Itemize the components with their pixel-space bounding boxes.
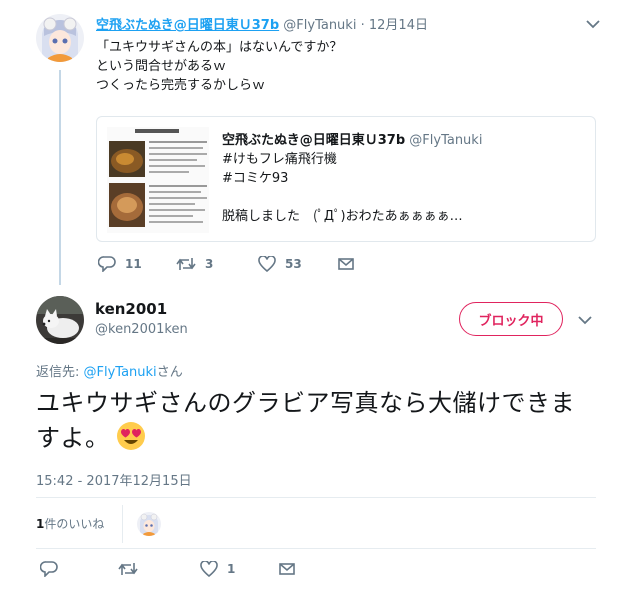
main-author-handle[interactable]: @ken2001ken <box>95 322 188 337</box>
quoted-author-name: 空飛ぶたぬき@日曜日東Ｕ37b <box>222 133 406 148</box>
main-tweet-text: ユキウサギさんのグラビア写真なら大儲けできますよ。 <box>36 386 596 456</box>
main-avatar[interactable] <box>36 296 84 344</box>
reply-button[interactable] <box>40 559 67 579</box>
reply-icon <box>40 561 58 577</box>
parent-text-line: つくったら完売するかしらｗ <box>96 78 266 93</box>
reply-count: 11 <box>125 257 142 271</box>
quoted-tweet-image[interactable] <box>107 127 209 233</box>
envelope-icon <box>279 563 295 575</box>
parent-author-handle[interactable]: @FlyTanuki <box>283 18 356 33</box>
heart-icon <box>258 256 276 272</box>
direct-message-button[interactable] <box>279 559 304 579</box>
retweet-icon <box>118 563 138 575</box>
quoted-tweet-text: #けもフレ痛飛行機 #コミケ93 脱稿しました (ﾟДﾟ)おわたあぁぁぁぁ… <box>222 150 463 226</box>
reply-to-user-link[interactable]: @FlyTanuki <box>84 365 157 380</box>
reply-button[interactable]: 11 <box>98 254 142 274</box>
main-author-name[interactable]: ken2001 <box>95 300 167 318</box>
parent-avatar[interactable] <box>36 14 84 62</box>
envelope-icon <box>338 258 354 270</box>
likes-label: 件のいいね <box>44 517 105 531</box>
thread-line <box>59 70 61 285</box>
quoted-text-line: 脱稿しました (ﾟДﾟ)おわたあぁぁぁぁ… <box>222 209 463 224</box>
divider <box>36 548 596 549</box>
quoted-tweet-card[interactable]: 空飛ぶたぬき@日曜日東Ｕ37b @FlyTanuki #けもフレ痛飛行機 #コミ… <box>96 116 596 242</box>
quoted-text-line: #コミケ93 <box>222 171 289 186</box>
likes-summary[interactable]: 1件のいいね <box>36 515 104 532</box>
parent-tweet-text: 「ユキウサギさんの本」はないんですか？ という問合せがあるｗ つくったら完売する… <box>96 38 342 95</box>
retweet-count: 3 <box>205 257 214 271</box>
parent-text-line: 「ユキウサギさんの本」はないんですか？ <box>96 40 343 55</box>
reply-prefix: 返信先: <box>36 365 84 380</box>
liker-avatar[interactable] <box>137 512 161 536</box>
parent-timestamp[interactable]: 12月14日 <box>369 18 428 33</box>
like-count: 53 <box>285 257 302 271</box>
parent-text-line: という問合せがあるｗ <box>96 59 227 74</box>
retweet-icon <box>176 258 196 270</box>
reply-icon <box>98 256 116 272</box>
likes-separator <box>122 505 123 543</box>
replying-to: 返信先: @FlyTanukiさん <box>36 361 183 380</box>
quoted-text-line <box>222 188 463 207</box>
divider <box>36 497 596 498</box>
quoted-author-handle: @FlyTanuki <box>409 133 483 148</box>
like-button[interactable]: 1 <box>200 559 235 579</box>
heart-icon <box>200 561 218 577</box>
parent-tweet-header: 空飛ぶたぬき@日曜日東Ｕ37b @FlyTanuki · 12月14日 <box>96 14 428 33</box>
heart-eyes-emoji-icon <box>116 421 146 451</box>
parent-author-name[interactable]: 空飛ぶたぬき@日曜日東Ｕ37b <box>96 18 279 33</box>
chevron-down-icon[interactable] <box>578 310 598 326</box>
quoted-text-line: #けもフレ痛飛行機 <box>222 152 337 167</box>
main-timestamp[interactable]: 15:42 - 2017年12月15日 <box>36 470 192 489</box>
retweet-button[interactable]: 3 <box>176 254 213 274</box>
chevron-down-icon[interactable] <box>586 14 606 30</box>
like-count: 1 <box>227 562 236 576</box>
quoted-tweet-header: 空飛ぶたぬき@日曜日東Ｕ37b @FlyTanuki <box>222 129 482 148</box>
retweet-button[interactable] <box>118 559 147 579</box>
direct-message-button[interactable] <box>338 254 363 274</box>
reply-suffix: さん <box>156 365 183 380</box>
separator-dot: · <box>360 18 365 33</box>
blocked-button[interactable]: ブロック中 <box>459 302 563 336</box>
like-button[interactable]: 53 <box>258 254 302 274</box>
